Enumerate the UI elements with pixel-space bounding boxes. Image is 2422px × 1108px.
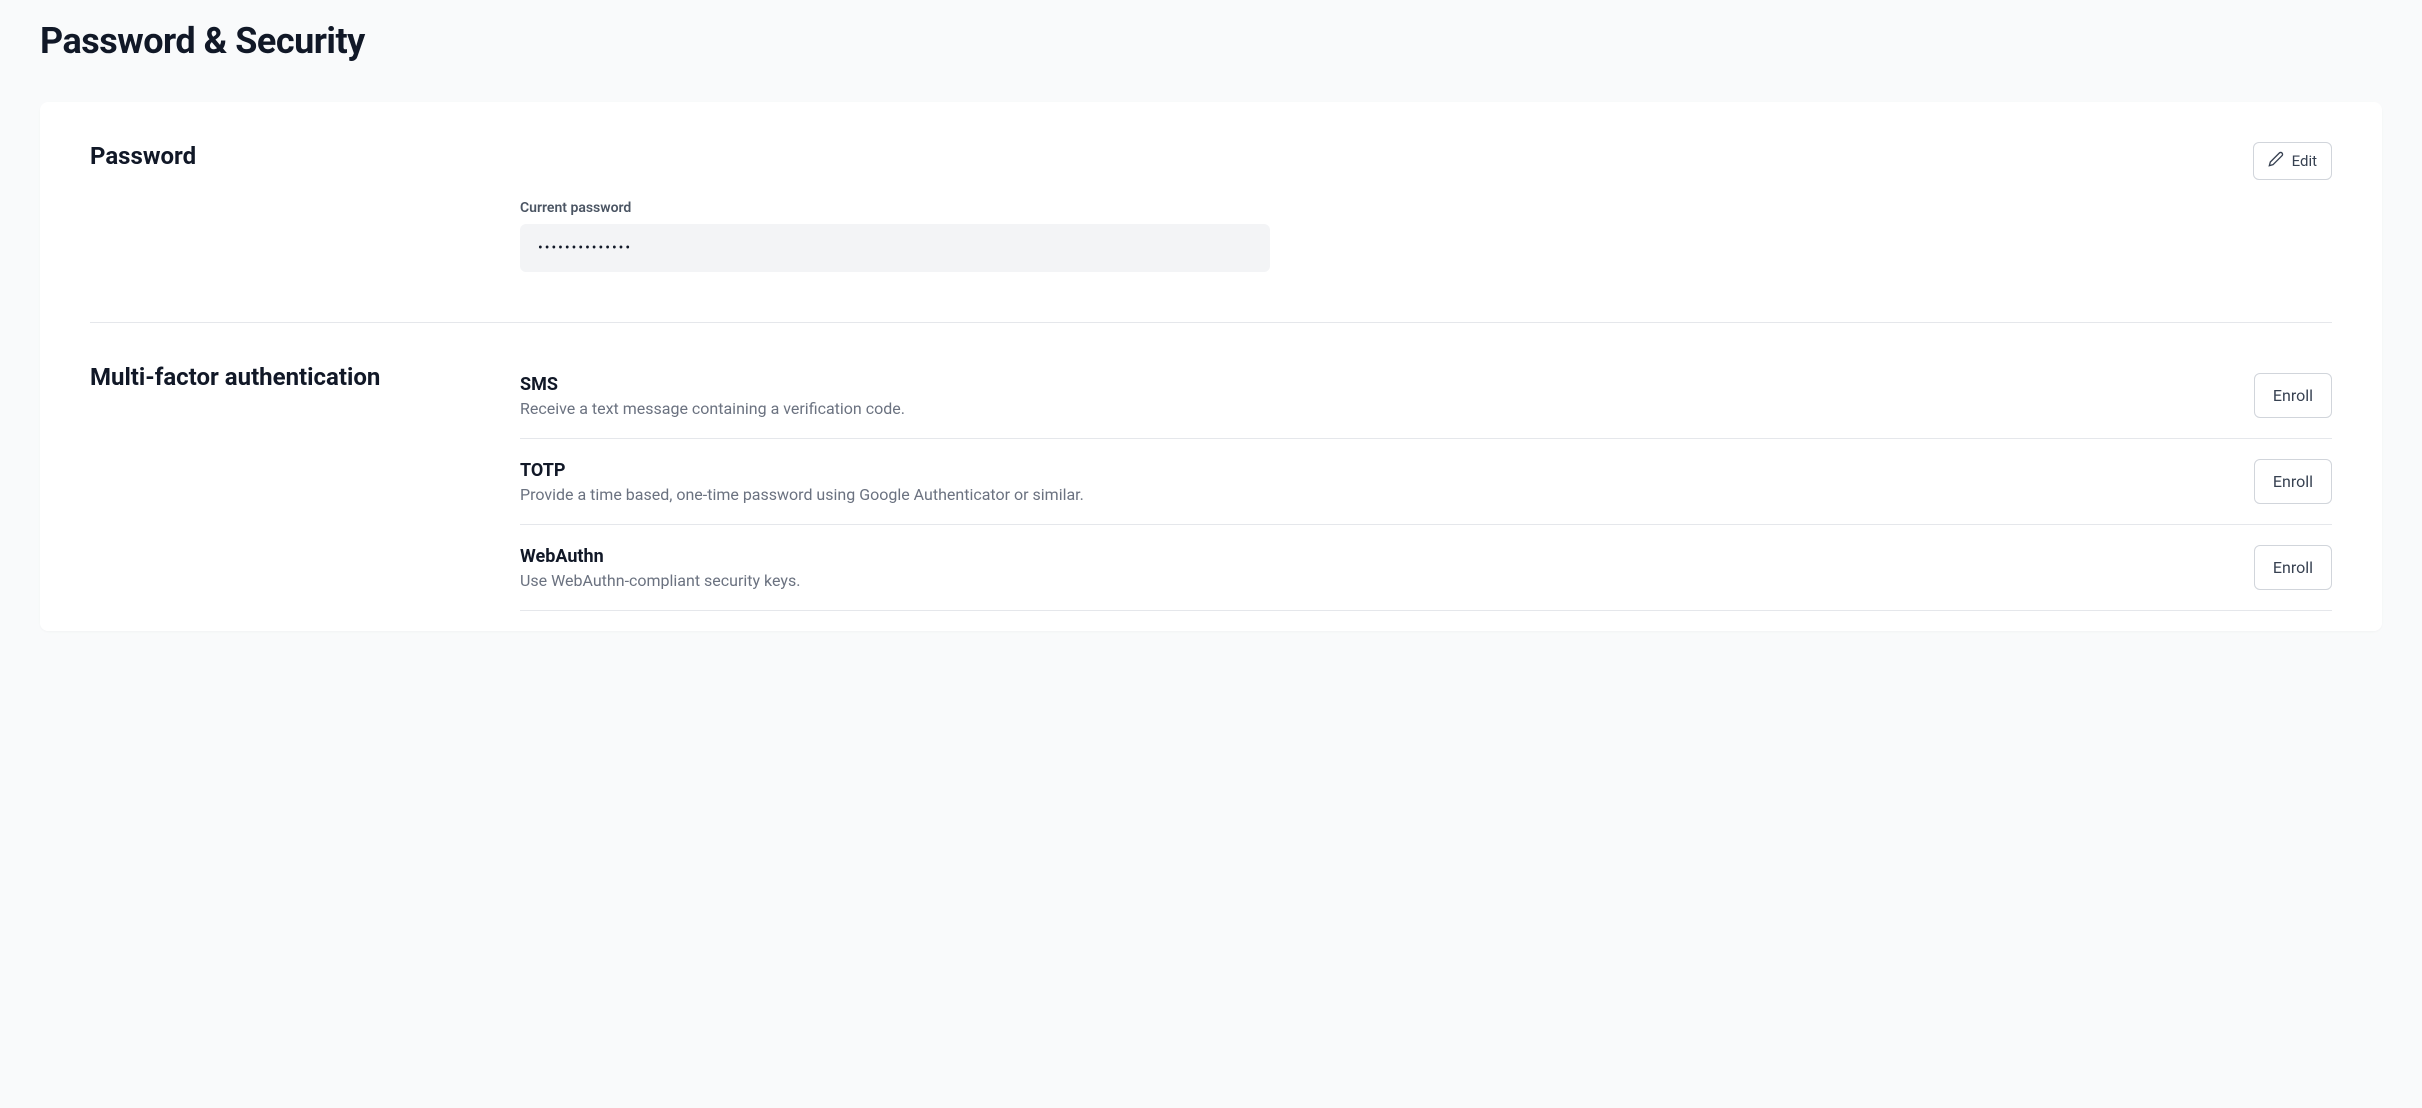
security-settings-card: Password Edit Current password •••••••••…: [40, 102, 2382, 631]
mfa-method-description: Receive a text message containing a veri…: [520, 399, 2254, 418]
current-password-value: ••••••••••••••: [520, 224, 1270, 272]
edit-password-button[interactable]: Edit: [2253, 142, 2332, 180]
enroll-webauthn-button[interactable]: Enroll: [2254, 545, 2332, 590]
mfa-method-sms: SMS Receive a text message containing a …: [520, 363, 2332, 439]
page-title: Password & Security: [40, 20, 2382, 62]
mfa-method-title: SMS: [520, 374, 2254, 395]
mfa-method-title: TOTP: [520, 460, 2254, 481]
mfa-method-description: Provide a time based, one-time password …: [520, 485, 2254, 504]
enroll-totp-button[interactable]: Enroll: [2254, 459, 2332, 504]
section-divider: [90, 322, 2332, 323]
password-section-title: Password: [90, 142, 196, 170]
mfa-method-webauthn: WebAuthn Use WebAuthn-compliant security…: [520, 525, 2332, 611]
current-password-label: Current password: [520, 200, 2332, 216]
edit-button-label: Edit: [2292, 152, 2317, 170]
mfa-method-description: Use WebAuthn-compliant security keys.: [520, 571, 2254, 590]
pencil-icon: [2268, 151, 2284, 171]
mfa-section-title: Multi-factor authentication: [90, 363, 520, 391]
password-section: Password Edit Current password •••••••••…: [90, 142, 2332, 272]
mfa-method-totp: TOTP Provide a time based, one-time pass…: [520, 439, 2332, 525]
enroll-sms-button[interactable]: Enroll: [2254, 373, 2332, 418]
mfa-method-title: WebAuthn: [520, 546, 2254, 567]
mfa-section: Multi-factor authentication SMS Receive …: [90, 363, 2332, 611]
